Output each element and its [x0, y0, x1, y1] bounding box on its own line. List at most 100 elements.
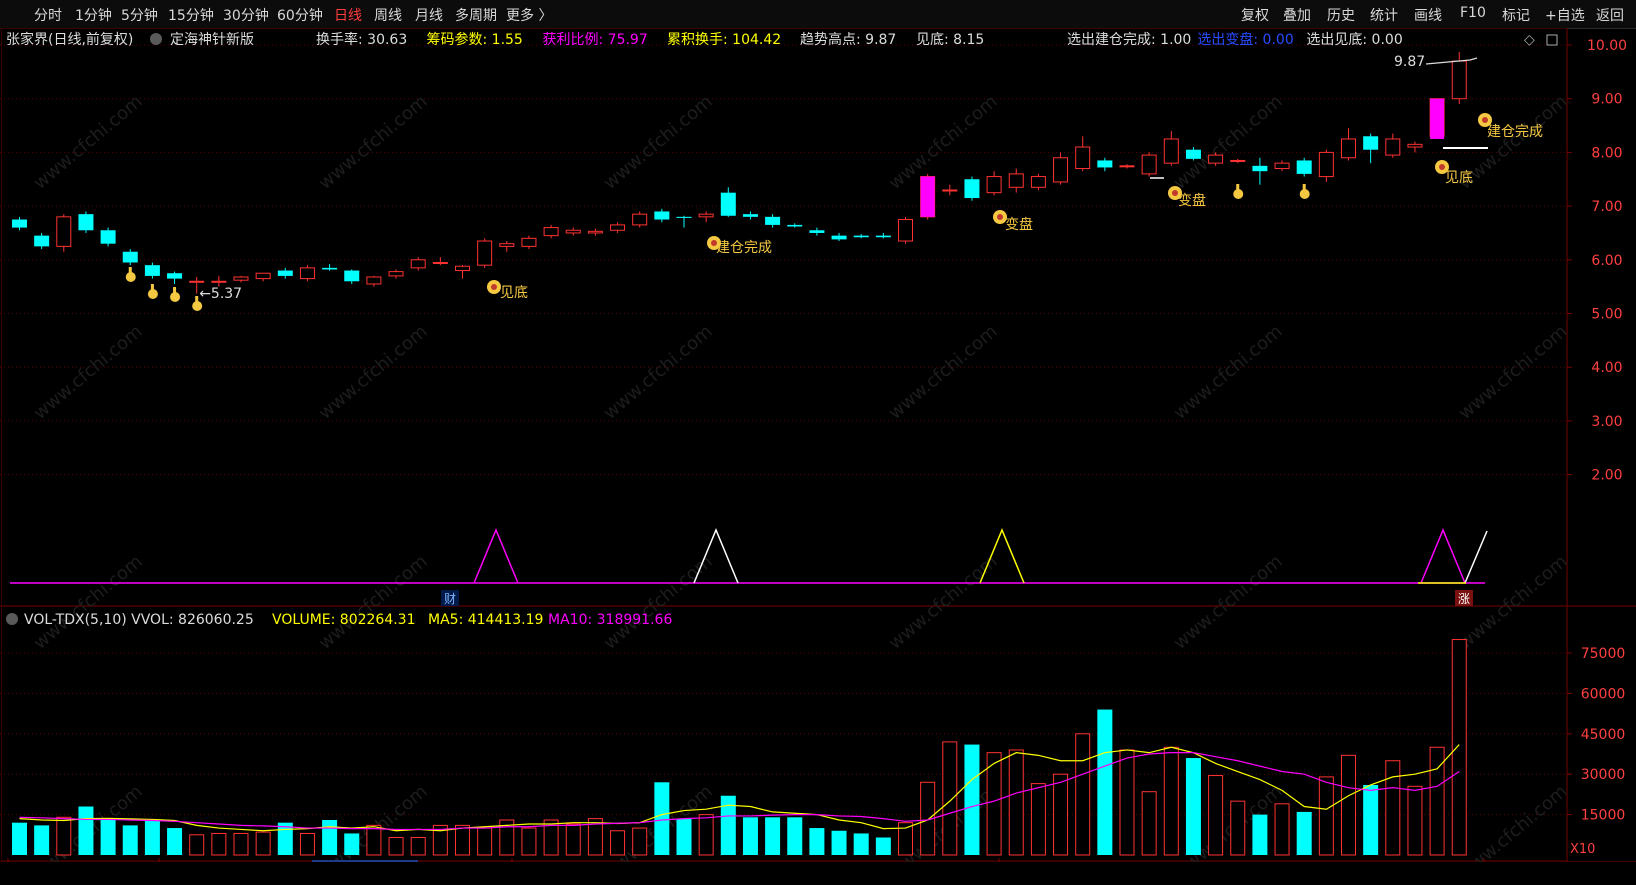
date-axis-bar	[0, 862, 1636, 885]
volume-bar	[1451, 639, 1467, 856]
vol-tick-label: 15000	[1581, 808, 1626, 824]
watermark-text: www.cfchi.com	[1455, 781, 1572, 862]
header-stat-2: 获利比例: 75.97	[543, 32, 648, 48]
candle	[875, 232, 891, 239]
volume-bar	[1185, 758, 1201, 855]
volume-bar	[565, 823, 581, 856]
candle	[432, 257, 448, 266]
candle	[100, 227, 116, 247]
header-stat-0: 换手率: 30.63	[316, 31, 407, 48]
candle	[1119, 164, 1135, 169]
volume-bar	[1363, 784, 1379, 855]
high-price-label: 9.87	[1394, 54, 1425, 70]
hand-pointer-icon	[1302, 184, 1306, 192]
watermark-text: www.cfchi.com	[600, 91, 717, 194]
price-tick-label: 5.00	[1591, 307, 1622, 323]
candle-body	[233, 276, 249, 281]
candle-body	[477, 240, 493, 266]
candle-body	[122, 251, 138, 263]
candle-body	[1341, 138, 1356, 159]
volume-bar	[676, 818, 692, 855]
candle-body	[964, 179, 980, 199]
candle-body	[1274, 162, 1290, 170]
volume-bar	[322, 819, 338, 855]
candle	[1163, 130, 1179, 166]
diamond-icon: ◇	[1524, 32, 1535, 48]
candle	[299, 265, 315, 282]
volume-bar	[255, 831, 271, 856]
volume-bar	[1385, 760, 1401, 856]
volume-bar	[1008, 749, 1024, 856]
volume-bar	[1274, 803, 1290, 856]
signal-line	[1464, 530, 1488, 584]
candle-body	[1030, 176, 1046, 188]
price-tick-label: 7.00	[1591, 199, 1622, 215]
indicator-name: 定海神针新版	[170, 32, 254, 48]
volume-bar	[942, 741, 958, 856]
candle	[1097, 157, 1113, 172]
candle-body	[366, 276, 382, 285]
candle	[610, 222, 626, 233]
high-arrow-icon	[1425, 57, 1478, 65]
candle-body	[654, 211, 670, 220]
watermark-text: www.cfchi.com	[30, 91, 147, 194]
candle-body	[12, 219, 27, 228]
candle-body	[1208, 154, 1224, 164]
jiancang-label-1: 建仓完成	[716, 240, 772, 256]
header-stat-5: 见底: 8.15	[916, 32, 984, 48]
candle	[1318, 149, 1334, 182]
price-tick-label: 8.00	[1591, 145, 1622, 161]
window-icon	[1546, 34, 1558, 46]
volume-bar	[366, 824, 382, 856]
bianpan-label-2: 变盘	[1178, 192, 1206, 209]
candle-body	[344, 270, 360, 282]
indicator-toggle-icon	[150, 33, 162, 45]
price-tick-label: 9.00	[1591, 92, 1622, 108]
volume-bar	[344, 833, 360, 855]
candle-body	[388, 271, 404, 277]
candle-body	[831, 235, 847, 240]
volume-bar	[1141, 791, 1157, 856]
volume-bar	[100, 819, 116, 855]
candle	[942, 184, 958, 196]
volume-bar	[1163, 746, 1179, 856]
volume-bar	[964, 744, 980, 855]
volume-bar	[455, 824, 470, 856]
kline-chart[interactable]: 10.00 9.00 8.00 7.00 6.00 5.00 4.00 3.00 2.00 750…	[0, 0, 1636, 862]
volume-bar	[34, 825, 50, 855]
price-tick-label: 3.00	[1591, 414, 1622, 430]
magenta-candle-body	[1430, 98, 1445, 139]
candle-body	[765, 216, 781, 225]
volume-bar	[787, 817, 803, 855]
volume-bar	[809, 828, 825, 855]
candle-body	[720, 192, 736, 216]
price-tick-label: 10.00	[1587, 38, 1627, 54]
candle	[720, 187, 736, 217]
candle	[521, 235, 537, 250]
candle	[964, 176, 980, 201]
volume-bar	[388, 836, 404, 856]
volume-bar	[189, 834, 205, 856]
volume-bar	[1407, 785, 1423, 856]
candle-body	[676, 216, 692, 218]
candle	[986, 171, 1002, 196]
volume-bar	[831, 830, 847, 855]
candle-body	[587, 230, 603, 234]
candle	[388, 269, 404, 279]
candle-body	[499, 243, 515, 247]
watermark-text: www.cfchi.com	[885, 321, 1002, 424]
volume-bar	[1119, 749, 1135, 856]
candle	[1274, 160, 1290, 172]
candle	[1407, 141, 1423, 153]
candle	[654, 208, 670, 223]
candle-body	[1407, 143, 1423, 148]
vol-unit-label: X10	[1570, 842, 1595, 857]
header-stat-3: 累积换手: 104.42	[667, 31, 781, 48]
volume-bar	[610, 830, 626, 856]
volume-bar	[986, 752, 1002, 856]
candle-body	[1141, 154, 1157, 175]
watermark-text: www.cfchi.com	[30, 551, 147, 654]
candle-body	[632, 213, 648, 226]
watermark-text: www.cfchi.com	[315, 551, 432, 654]
candle-body	[1318, 151, 1334, 178]
